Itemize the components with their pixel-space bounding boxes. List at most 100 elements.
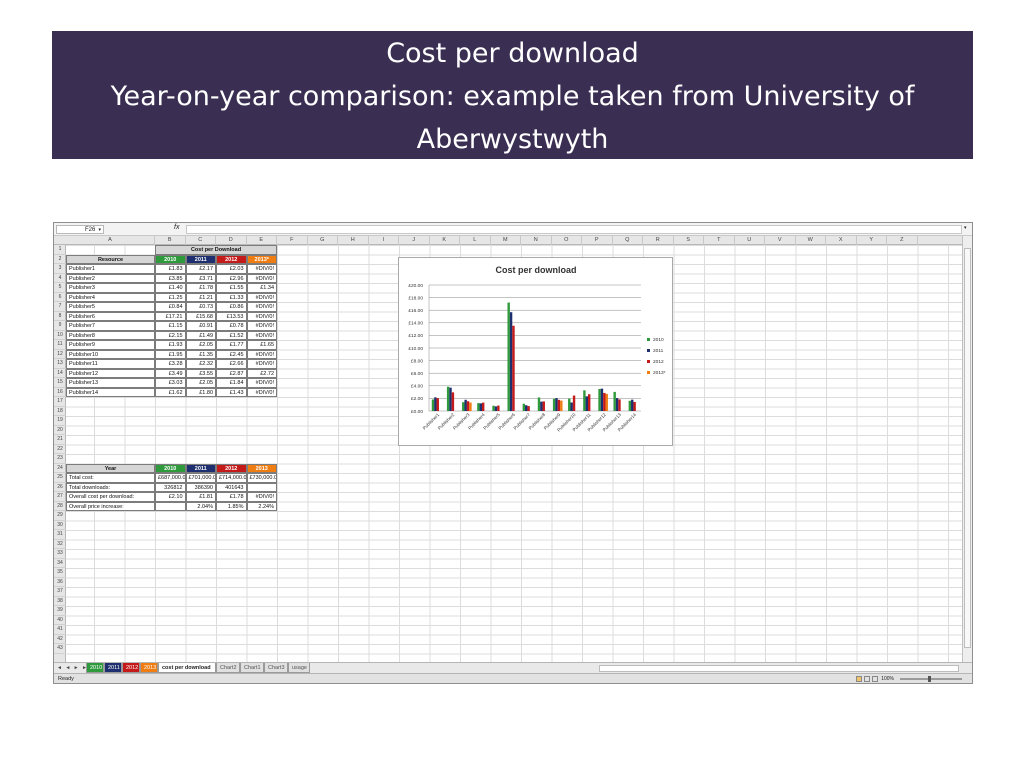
cost-cell[interactable]: £1.52 [216, 330, 247, 340]
scroll-thumb[interactable] [964, 248, 971, 648]
column-header-y[interactable]: Y [857, 236, 887, 245]
row-header-32[interactable]: 32 [54, 540, 66, 549]
cost-cell[interactable]: £1.40 [155, 283, 186, 293]
cost-cell[interactable]: £3.49 [155, 368, 186, 378]
cost-cell[interactable]: £3.03 [155, 378, 186, 388]
row-header-17[interactable]: 17 [54, 397, 66, 407]
cost-cell[interactable]: £0.73 [185, 302, 216, 312]
column-header-j[interactable]: J [399, 236, 430, 245]
summary-cell[interactable]: £701,000.00 [185, 473, 216, 483]
column-header-h[interactable]: H [338, 236, 369, 245]
cost-cell[interactable]: #DIV/0! [246, 378, 277, 388]
column-header-t[interactable]: T [704, 236, 735, 245]
cost-cell[interactable]: #DIV/0! [246, 359, 277, 369]
row-header-28[interactable]: 28 [54, 502, 66, 511]
row-header-10[interactable]: 10 [54, 331, 66, 340]
sheet-tab-chart2[interactable]: Chart2 [216, 663, 240, 673]
column-header-n[interactable]: N [521, 236, 552, 245]
column-header-u[interactable]: U [735, 236, 765, 245]
publisher-name[interactable]: Publisher2 [66, 273, 155, 283]
column-header-z[interactable]: Z [887, 236, 918, 245]
summary-cell[interactable] [246, 482, 277, 492]
cost-cell[interactable]: £1.77 [216, 340, 247, 350]
summary-cell[interactable]: 401643 [216, 482, 247, 492]
cost-cell[interactable]: £1.33 [216, 292, 247, 302]
summary-year-header-4[interactable]: 2013 [246, 463, 277, 473]
cost-cell[interactable]: £13.53 [216, 311, 247, 321]
row-header-25[interactable]: 25 [54, 473, 66, 483]
summary-cell[interactable]: #DIV/0! [246, 492, 277, 502]
cost-cell[interactable]: £2.87 [216, 368, 247, 378]
row-header-3[interactable]: 3 [54, 264, 66, 274]
cost-cell[interactable]: £15.68 [185, 311, 216, 321]
summary-label[interactable]: Overall price increase: [66, 501, 155, 511]
column-header-i[interactable]: I [369, 236, 399, 245]
publisher-name[interactable]: Publisher8 [66, 330, 155, 340]
sheet-tab-2012[interactable]: 2012 [122, 663, 140, 673]
column-header-o[interactable]: O [552, 236, 582, 245]
sheet-tab-2010[interactable]: 2010 [86, 663, 104, 673]
cost-cell[interactable]: £2.96 [216, 273, 247, 283]
column-header-m[interactable]: M [491, 236, 521, 245]
row-header-27[interactable]: 27 [54, 492, 66, 502]
summary-cell[interactable]: £714,000.00 [216, 473, 247, 483]
column-header-q[interactable]: Q [613, 236, 643, 245]
column-header-x[interactable]: X [826, 236, 857, 245]
summary-cell[interactable] [155, 501, 186, 511]
cost-cell[interactable]: £3.85 [155, 273, 186, 283]
publisher-name[interactable]: Publisher14 [66, 387, 155, 397]
cost-cell[interactable]: £1.78 [185, 283, 216, 293]
row-header-8[interactable]: 8 [54, 312, 66, 321]
row-header-42[interactable]: 42 [54, 635, 66, 644]
column-header-r[interactable]: R [643, 236, 674, 245]
summary-cell[interactable]: £1.78 [216, 492, 247, 502]
summary-year-header-2[interactable]: 2011 [185, 463, 216, 473]
row-header-5[interactable]: 5 [54, 283, 66, 293]
cost-cell[interactable]: £1.95 [155, 349, 186, 359]
vertical-scrollbar[interactable] [962, 236, 972, 664]
cost-cell[interactable]: £1.93 [155, 340, 186, 350]
cost-cell[interactable]: #DIV/0! [246, 349, 277, 359]
cost-cell[interactable]: £1.55 [216, 283, 247, 293]
sheet-tab-chart3[interactable]: Chart3 [264, 663, 288, 673]
cost-cell[interactable]: #DIV/0! [246, 321, 277, 331]
cost-cell[interactable]: £1.80 [185, 387, 216, 397]
year-header-1[interactable]: 2010 [155, 254, 186, 264]
column-header-v[interactable]: V [765, 236, 796, 245]
cost-cell[interactable]: £2.17 [185, 264, 216, 274]
summary-cell[interactable]: 1.85% [216, 501, 247, 511]
row-header-23[interactable]: 23 [54, 454, 66, 464]
publisher-name[interactable]: Publisher9 [66, 340, 155, 350]
sheet-tab-2013[interactable]: 2013 [140, 663, 158, 673]
row-header-29[interactable]: 29 [54, 511, 66, 521]
summary-cell[interactable]: 2.24% [246, 501, 277, 511]
row-header-31[interactable]: 31 [54, 530, 66, 540]
cost-cell[interactable]: £2.45 [216, 349, 247, 359]
cost-cell[interactable]: £3.28 [155, 359, 186, 369]
row-header-9[interactable]: 9 [54, 321, 66, 331]
cost-cell[interactable]: #DIV/0! [246, 302, 277, 312]
publisher-name[interactable]: Publisher13 [66, 378, 155, 388]
cost-cell[interactable]: £1.83 [155, 264, 186, 274]
cost-cell[interactable]: £1.34 [246, 283, 277, 293]
cost-cell[interactable]: £3.71 [185, 273, 216, 283]
cost-cell[interactable]: £2.66 [216, 359, 247, 369]
cost-cell[interactable]: #DIV/0! [246, 311, 277, 321]
row-header-35[interactable]: 35 [54, 568, 66, 578]
row-header-7[interactable]: 7 [54, 302, 66, 312]
column-header-b[interactable]: B [155, 236, 186, 245]
row-header-34[interactable]: 34 [54, 559, 66, 568]
row-header-41[interactable]: 41 [54, 625, 66, 635]
row-header-19[interactable]: 19 [54, 416, 66, 426]
cost-cell[interactable]: #DIV/0! [246, 292, 277, 302]
cost-cell[interactable]: £1.25 [155, 292, 186, 302]
column-header-a[interactable]: A [66, 236, 155, 245]
summary-label[interactable]: Total downloads: [66, 482, 155, 492]
summary-label[interactable]: Overall cost per download: [66, 492, 155, 502]
row-header-33[interactable]: 33 [54, 549, 66, 559]
cost-per-download-header[interactable]: Cost per Download [155, 245, 277, 255]
summary-label[interactable]: Total cost: [66, 473, 155, 483]
cost-cell[interactable]: £1.21 [185, 292, 216, 302]
cost-cell[interactable]: #DIV/0! [246, 330, 277, 340]
cost-cell[interactable]: £1.62 [155, 387, 186, 397]
